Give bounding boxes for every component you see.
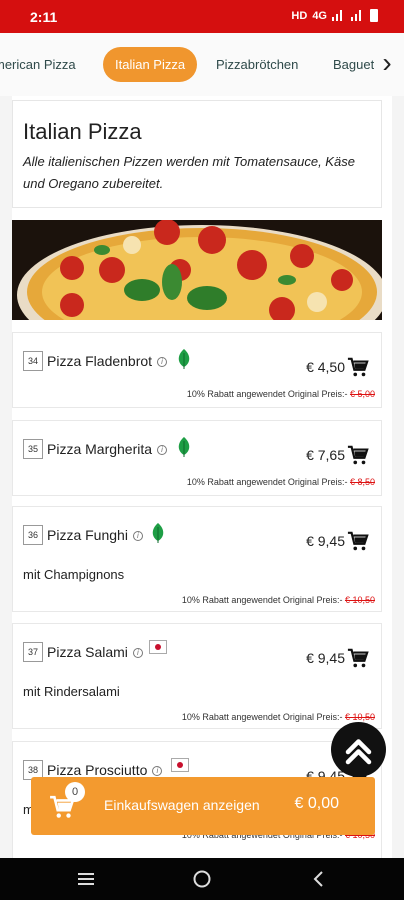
item-number: 34 xyxy=(23,351,43,371)
info-icon[interactable]: i xyxy=(157,357,168,368)
page-title: Italian Pizza xyxy=(23,119,142,144)
home-icon[interactable] xyxy=(192,869,212,889)
discount-text: 10% Rabatt angewendet Original Preis:- xyxy=(186,389,348,399)
item-name-row: Pizza Fladenbrot i xyxy=(47,353,168,369)
add-to-cart-icon[interactable] xyxy=(347,531,369,553)
item-description: mit Champignons xyxy=(23,567,125,582)
item-name: Pizza Salami xyxy=(47,644,128,660)
recent-apps-icon[interactable] xyxy=(76,871,96,887)
item-description: mit Rindersalami xyxy=(23,684,120,699)
cart-label: Einkaufswagen anzeigen xyxy=(104,797,260,813)
back-icon[interactable] xyxy=(310,869,326,889)
add-to-cart-icon[interactable] xyxy=(347,648,369,670)
item-name-row: Pizza Salami i xyxy=(47,644,143,660)
right-gutter xyxy=(392,96,404,858)
info-icon[interactable]: i xyxy=(152,766,163,777)
category-description: Alle italienischen Pizzen werden mit Tom… xyxy=(23,154,355,191)
original-price: € 10,50 xyxy=(344,712,375,722)
item-name-row: Pizza Margherita i xyxy=(47,441,168,457)
double-chevron-up-icon xyxy=(345,739,372,765)
item-number: 37 xyxy=(23,642,43,662)
left-gutter xyxy=(0,96,12,858)
view-cart-button[interactable]: 0 Einkaufswagen anzeigen € 0,00 xyxy=(31,777,375,835)
item-price: € 9,45 xyxy=(306,533,345,549)
item-name: Pizza Margherita xyxy=(47,441,153,457)
status-time: 2:11 xyxy=(30,9,58,25)
item-name-row: Pizza Prosciutto i xyxy=(47,762,163,778)
category-header: Italian Pizza Alle italienischen Pizzen … xyxy=(12,100,382,208)
status-icons: HD 4G xyxy=(291,9,378,22)
item-name: Pizza Fladenbrot xyxy=(47,353,153,369)
info-icon[interactable]: i xyxy=(157,445,168,456)
item-price: € 9,45 xyxy=(306,650,345,666)
discount-note: 10% Rabatt angewendet Original Preis:- €… xyxy=(187,389,375,399)
item-name: Pizza Funghi xyxy=(47,527,128,543)
status-bar: 2:11 HD 4G xyxy=(0,0,404,33)
hd-icon: HD xyxy=(291,9,308,22)
discount-text: 10% Rabatt angewendet Original Preis:- xyxy=(181,595,343,605)
item-name: Pizza Prosciutto xyxy=(47,762,148,778)
vegetarian-leaf-icon xyxy=(178,437,190,457)
scroll-to-top-button[interactable] xyxy=(331,722,386,777)
original-price: € 8,50 xyxy=(349,477,375,487)
menu-item[interactable]: 34 Pizza Fladenbrot i € 4,50 10% Rabatt a… xyxy=(12,332,382,408)
meat-flag-icon xyxy=(171,758,189,772)
item-price: € 4,50 xyxy=(306,359,345,375)
vegetarian-leaf-icon xyxy=(152,523,164,543)
discount-note: 10% Rabatt angewendet Original Preis:- €… xyxy=(182,712,375,722)
info-icon[interactable]: i xyxy=(132,531,143,542)
menu-item[interactable]: 36 Pizza Funghi i € 9,45 mit Champignons … xyxy=(12,506,382,612)
cart-total: € 0,00 xyxy=(294,795,339,812)
info-icon[interactable]: i xyxy=(132,648,143,659)
signal-icon xyxy=(332,10,346,21)
add-to-cart-icon[interactable] xyxy=(347,357,369,379)
discount-note: 10% Rabatt angewendet Original Preis:- €… xyxy=(187,477,375,487)
network-type: 4G xyxy=(312,9,327,22)
vegetarian-leaf-icon xyxy=(178,349,190,369)
discount-note: 10% Rabatt angewendet Original Preis:- €… xyxy=(182,595,375,605)
item-price: € 7,65 xyxy=(306,447,345,463)
meat-flag-icon xyxy=(149,640,167,654)
discount-text: 10% Rabatt angewendet Original Preis:- xyxy=(181,712,343,722)
tab-italian-pizza[interactable]: Italian Pizza xyxy=(103,47,198,82)
category-tab-bar: merican Pizza Italian Pizza Pizzabrötche… xyxy=(0,33,404,96)
add-to-cart-icon[interactable] xyxy=(347,445,369,467)
tab-pizzabroetchen[interactable]: Pizzabrötchen xyxy=(216,47,298,82)
menu-item[interactable]: 37 Pizza Salami i € 9,45 mit Rindersalami… xyxy=(12,623,382,729)
chevron-right-icon[interactable]: › xyxy=(374,49,400,79)
item-name-row: Pizza Funghi i xyxy=(47,527,143,543)
tab-american-pizza[interactable]: merican Pizza xyxy=(0,47,76,82)
original-price: € 5,00 xyxy=(349,389,375,399)
menu-item[interactable]: 35 Pizza Margherita i € 7,65 10% Rabatt a… xyxy=(12,420,382,496)
battery-icon xyxy=(370,9,378,22)
discount-text: 10% Rabatt angewendet Original Preis:- xyxy=(186,477,348,487)
system-nav-bar xyxy=(0,858,404,900)
cart-count-badge: 0 xyxy=(65,782,85,802)
pizza-banner-image xyxy=(12,220,382,320)
original-price: € 10,50 xyxy=(344,595,375,605)
item-number: 35 xyxy=(23,439,43,459)
item-number: 36 xyxy=(23,525,43,545)
signal-icon-2 xyxy=(351,10,365,21)
